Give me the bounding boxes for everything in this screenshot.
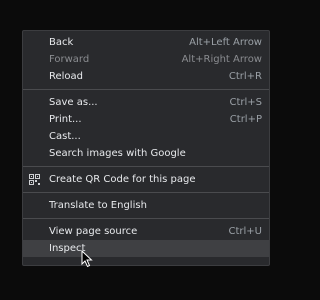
menu-item-label: Reload xyxy=(49,71,84,82)
menu-item-label: Inspect xyxy=(49,243,86,254)
shortcut-text: Ctrl+R xyxy=(228,71,262,82)
menu-item-label: Back xyxy=(49,37,74,48)
menu-item-label: Forward xyxy=(49,54,90,65)
menu-separator xyxy=(23,89,269,90)
shortcut-text: Ctrl+S xyxy=(229,97,262,108)
menu-item-inspect[interactable]: Inspect xyxy=(23,240,269,257)
menu-item-label: Create QR Code for this page xyxy=(49,174,196,185)
qr-code-icon xyxy=(29,174,40,185)
menu-item-label: Translate to English xyxy=(49,200,147,211)
menu-item-label: Cast... xyxy=(49,131,81,142)
menu-separator xyxy=(23,166,269,167)
menu-item-search-images[interactable]: Search images with Google xyxy=(23,145,269,162)
menu-item-label: View page source xyxy=(49,226,138,237)
menu-item-label: Save as... xyxy=(49,97,98,108)
menu-item-label: Print... xyxy=(49,114,82,125)
screen: Back Alt+Left Arrow Forward Alt+Right Ar… xyxy=(0,0,300,300)
context-menu: Back Alt+Left Arrow Forward Alt+Right Ar… xyxy=(22,30,270,266)
menu-item-save-as[interactable]: Save as... Ctrl+S xyxy=(23,94,269,111)
menu-item-create-qr-code[interactable]: Create QR Code for this page xyxy=(23,171,269,188)
shortcut-text: Ctrl+P xyxy=(229,114,262,125)
menu-item-print[interactable]: Print... Ctrl+P xyxy=(23,111,269,128)
menu-separator xyxy=(23,192,269,193)
shortcut-text: Alt+Left Arrow xyxy=(189,37,262,48)
shortcut-text: Ctrl+U xyxy=(228,226,263,237)
menu-item-forward: Forward Alt+Right Arrow xyxy=(23,51,269,68)
menu-item-view-page-source[interactable]: View page source Ctrl+U xyxy=(23,223,269,240)
menu-item-translate[interactable]: Translate to English xyxy=(23,197,269,214)
menu-item-reload[interactable]: Reload Ctrl+R xyxy=(23,68,269,85)
menu-item-back[interactable]: Back Alt+Left Arrow xyxy=(23,34,269,51)
menu-separator xyxy=(23,218,269,219)
menu-item-cast[interactable]: Cast... xyxy=(23,128,269,145)
mouse-pointer-icon xyxy=(81,249,93,268)
shortcut-text: Alt+Right Arrow xyxy=(181,54,262,65)
menu-item-label: Search images with Google xyxy=(49,148,186,159)
